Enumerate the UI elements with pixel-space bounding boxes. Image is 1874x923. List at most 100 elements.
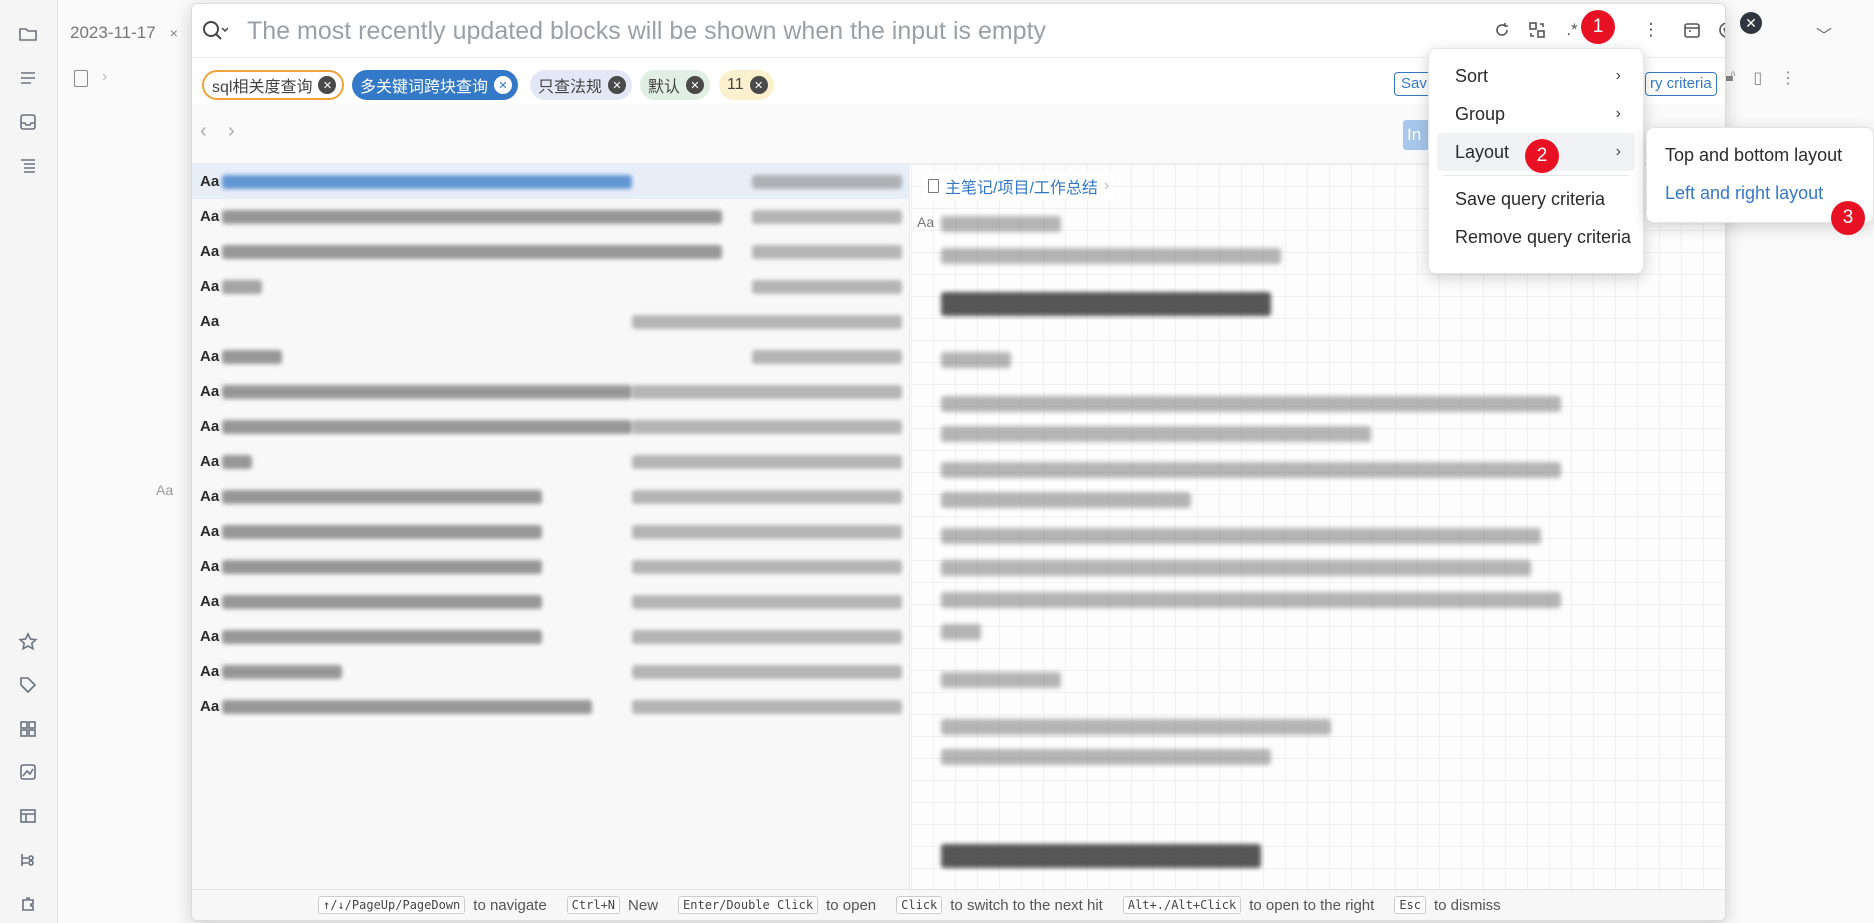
- chip-label: 11: [727, 76, 744, 93]
- chip-label: sql相关度查询: [212, 79, 313, 96]
- hint-label: New: [628, 896, 659, 914]
- more-options-icon[interactable]: ⋮: [1639, 18, 1663, 42]
- remove-chip-icon[interactable]: ✕: [318, 76, 337, 94]
- help-icon[interactable]: [1715, 18, 1725, 42]
- hint-label: to navigate: [473, 896, 547, 914]
- menu-item-remove-query-criteria[interactable]: Remove query criteria: [1437, 218, 1635, 256]
- star-icon[interactable]: [16, 630, 40, 654]
- breadcrumb-chevron-icon: ›: [102, 68, 108, 85]
- close-dialog-icon[interactable]: ✕: [1740, 12, 1762, 34]
- result-row[interactable]: Aa: [192, 689, 910, 724]
- plugin-icon[interactable]: [16, 892, 40, 916]
- block-type-icon: Aa: [200, 663, 220, 680]
- result-row[interactable]: Aa: [192, 549, 910, 584]
- chevron-right-icon: ›: [1615, 143, 1621, 160]
- result-row[interactable]: Aa: [192, 199, 910, 234]
- criteria-chip[interactable]: sql相关度查询 ✕: [202, 70, 345, 100]
- graph-icon[interactable]: [16, 848, 40, 872]
- block-type-icon: Aa: [200, 488, 220, 505]
- submenu-item-top-bottom-layout[interactable]: Top and bottom layout: [1647, 136, 1873, 174]
- query-criteria-button[interactable]: ry criteria: [1645, 72, 1717, 96]
- result-row[interactable]: Aa: [192, 374, 910, 409]
- step-badge: 1: [1581, 10, 1615, 44]
- info-button[interactable]: In: [1403, 120, 1431, 150]
- block-type-icon: Aa: [200, 243, 220, 260]
- previous-page-icon[interactable]: ‹: [200, 120, 207, 143]
- replace-icon[interactable]: [1525, 18, 1549, 42]
- lock-icon[interactable]: 🔓︎: [1725, 68, 1735, 88]
- result-row[interactable]: Aa: [192, 269, 910, 304]
- criteria-chip[interactable]: 11 ✕: [719, 70, 774, 100]
- list-tree-icon[interactable]: [16, 154, 40, 178]
- menu-item-sort[interactable]: Sort ›: [1437, 57, 1635, 95]
- inbox-icon[interactable]: [16, 110, 40, 134]
- menu-item-save-query-criteria[interactable]: Save query criteria: [1437, 180, 1635, 218]
- table-icon[interactable]: [16, 804, 40, 828]
- chevron-right-icon: ›: [1615, 105, 1621, 122]
- file-icon[interactable]: ▯: [1753, 68, 1762, 88]
- hint-key: Ctrl+N: [566, 896, 621, 914]
- hint-label: to open to the right: [1249, 896, 1375, 914]
- chevron-right-icon: ›: [1103, 177, 1110, 194]
- document-icon[interactable]: [74, 70, 88, 87]
- menu-item-label: Sort: [1455, 65, 1489, 86]
- criteria-chip[interactable]: 多关键词跨块查询 ✕: [352, 70, 519, 100]
- remove-chip-icon[interactable]: ✕: [608, 76, 627, 94]
- criteria-chip[interactable]: 默认 ✕: [640, 70, 711, 100]
- menu-divider: [1443, 175, 1629, 176]
- result-row[interactable]: Aa: [192, 514, 910, 549]
- hint-label: to switch to the next hit: [950, 896, 1103, 914]
- folder-icon[interactable]: [16, 22, 40, 46]
- menu-item-label: Layout: [1455, 141, 1510, 162]
- hint-key: ↑/↓/PageUp/PageDown: [318, 896, 466, 914]
- remove-chip-icon[interactable]: ✕: [749, 76, 768, 94]
- result-row[interactable]: Aa: [192, 339, 910, 374]
- result-row[interactable]: Aa: [192, 479, 910, 514]
- result-row[interactable]: Aa: [192, 164, 910, 199]
- block-type-icon: Aa: [200, 698, 220, 715]
- preview-breadcrumb[interactable]: 主笔记/项目/工作总结 ›: [924, 172, 1114, 200]
- hint-label: to dismiss: [1434, 896, 1501, 914]
- remove-chip-icon[interactable]: ✕: [686, 76, 705, 94]
- refresh-icon[interactable]: [1490, 18, 1514, 42]
- result-row[interactable]: Aa: [192, 234, 910, 269]
- editor-tab[interactable]: 2023-11-17 ×: [70, 18, 178, 48]
- menu-item-label: Group: [1455, 103, 1506, 124]
- search-input[interactable]: [247, 12, 1247, 50]
- block-type-icon: Aa: [200, 173, 220, 190]
- criteria-chip[interactable]: 只查法规 ✕: [530, 70, 633, 100]
- hint-key: Alt+./Alt+Click: [1122, 896, 1242, 914]
- chart-icon[interactable]: [16, 760, 40, 784]
- block-type-icon: Aa: [200, 383, 220, 400]
- result-row[interactable]: Aa: [192, 304, 910, 339]
- block-type-icon: Aa: [200, 628, 220, 645]
- tag-icon[interactable]: [16, 673, 40, 697]
- result-row[interactable]: Aa: [192, 444, 910, 479]
- left-dock: [0, 0, 58, 923]
- block-type-icon: Aa: [917, 214, 935, 230]
- results-list: Aa Aa Aa Aa Aa Aa Aa Aa Aa Aa Aa Aa Aa A…: [192, 164, 910, 891]
- chevron-down-icon[interactable]: ﹀: [1816, 22, 1832, 46]
- calendar-icon[interactable]: [1680, 18, 1704, 42]
- breadcrumb-path: 主笔记/项目/工作总结: [945, 180, 1098, 197]
- block-type-icon: Aa: [200, 278, 220, 295]
- result-row[interactable]: Aa: [192, 584, 910, 619]
- block-type-icon: Aa: [200, 558, 220, 575]
- widgets-icon[interactable]: [16, 717, 40, 741]
- chip-label: 多关键词跨块查询: [360, 79, 489, 96]
- search-icon[interactable]: [202, 20, 228, 42]
- outline-icon[interactable]: [16, 66, 40, 90]
- more-icon[interactable]: ⋮: [1780, 68, 1796, 88]
- block-type-icon: Aa: [200, 418, 220, 435]
- hint-label: to open: [826, 896, 877, 914]
- result-row[interactable]: Aa: [192, 654, 910, 689]
- next-page-icon[interactable]: ›: [228, 120, 235, 143]
- result-row[interactable]: Aa: [192, 409, 910, 444]
- step-badge: 2: [1525, 139, 1559, 173]
- chevron-right-icon: ›: [1615, 67, 1621, 84]
- step-badge: 3: [1831, 201, 1865, 235]
- result-row[interactable]: Aa: [192, 619, 910, 654]
- tab-close-icon[interactable]: ×: [170, 25, 178, 41]
- menu-item-group[interactable]: Group ›: [1437, 95, 1635, 133]
- remove-chip-icon[interactable]: ✕: [494, 76, 513, 94]
